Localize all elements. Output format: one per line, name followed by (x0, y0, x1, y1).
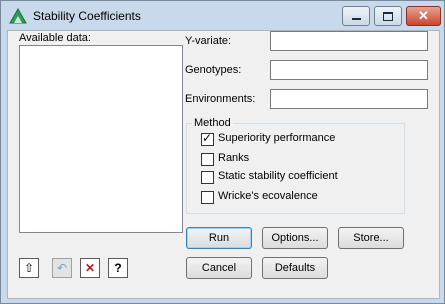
superiority-performance-checkbox[interactable]: ✓ (201, 131, 214, 146)
options-button[interactable]: Options... (262, 227, 328, 249)
wrickes-ecovalence-label: Wricke's ecovalence (218, 190, 318, 202)
defaults-button-label: Defaults (274, 262, 316, 274)
close-button[interactable]: ✕ (406, 6, 441, 26)
clear-icon: ✕ (84, 261, 96, 275)
dialog-body: Available data: Y-variate: Genotypes: En… (7, 30, 440, 299)
environments-label: Environments: (185, 93, 256, 105)
genotypes-label: Genotypes: (185, 64, 242, 76)
static-stability-coefficient-label: Static stability coefficient (218, 170, 338, 182)
superiority-performance-label: Superiority performance (218, 132, 336, 144)
store-button[interactable]: Store... (338, 227, 404, 249)
undo-button[interactable]: ↶ (52, 258, 72, 278)
help-button[interactable]: ? (108, 258, 128, 278)
ranks-label: Ranks (218, 152, 250, 164)
environments-field[interactable] (270, 89, 428, 109)
maximize-icon (383, 11, 393, 21)
minimize-button[interactable] (342, 6, 370, 26)
app-logo-icon (9, 8, 27, 24)
store-button-label: Store... (353, 232, 389, 244)
available-data-label: Available data: (19, 32, 91, 44)
undo-icon: ↶ (56, 261, 68, 275)
ranks-checkbox[interactable] (201, 153, 214, 166)
run-button-label: Run (208, 232, 230, 244)
cancel-button[interactable]: Cancel (186, 257, 252, 279)
options-button-label: Options... (271, 232, 319, 244)
transfer-button[interactable]: ⇧ (19, 258, 39, 278)
y-variate-field[interactable] (270, 31, 428, 51)
static-stability-coefficient-checkbox[interactable] (201, 171, 214, 184)
available-data-list[interactable] (19, 45, 183, 233)
window-title: Stability Coefficients (33, 9, 141, 23)
minimize-icon (351, 18, 361, 20)
genotypes-field[interactable] (270, 60, 428, 80)
title-bar[interactable]: Stability Coefficients ✕ (1, 1, 444, 31)
method-group-title: Method (192, 117, 233, 129)
maximize-button[interactable] (374, 6, 402, 26)
run-button[interactable]: Run (186, 227, 252, 249)
clear-button[interactable]: ✕ (80, 258, 100, 278)
defaults-button[interactable]: Defaults (262, 257, 328, 279)
transfer-icon: ⇧ (23, 261, 35, 275)
dialog-window: Stability Coefficients ✕ Available data:… (0, 0, 445, 304)
close-icon: ✕ (418, 8, 429, 23)
y-variate-label: Y-variate: (185, 35, 232, 47)
wrickes-ecovalence-checkbox[interactable] (201, 191, 214, 204)
checkmark-icon: ✓ (202, 131, 213, 145)
cancel-button-label: Cancel (201, 262, 237, 274)
help-icon: ? (114, 261, 122, 275)
